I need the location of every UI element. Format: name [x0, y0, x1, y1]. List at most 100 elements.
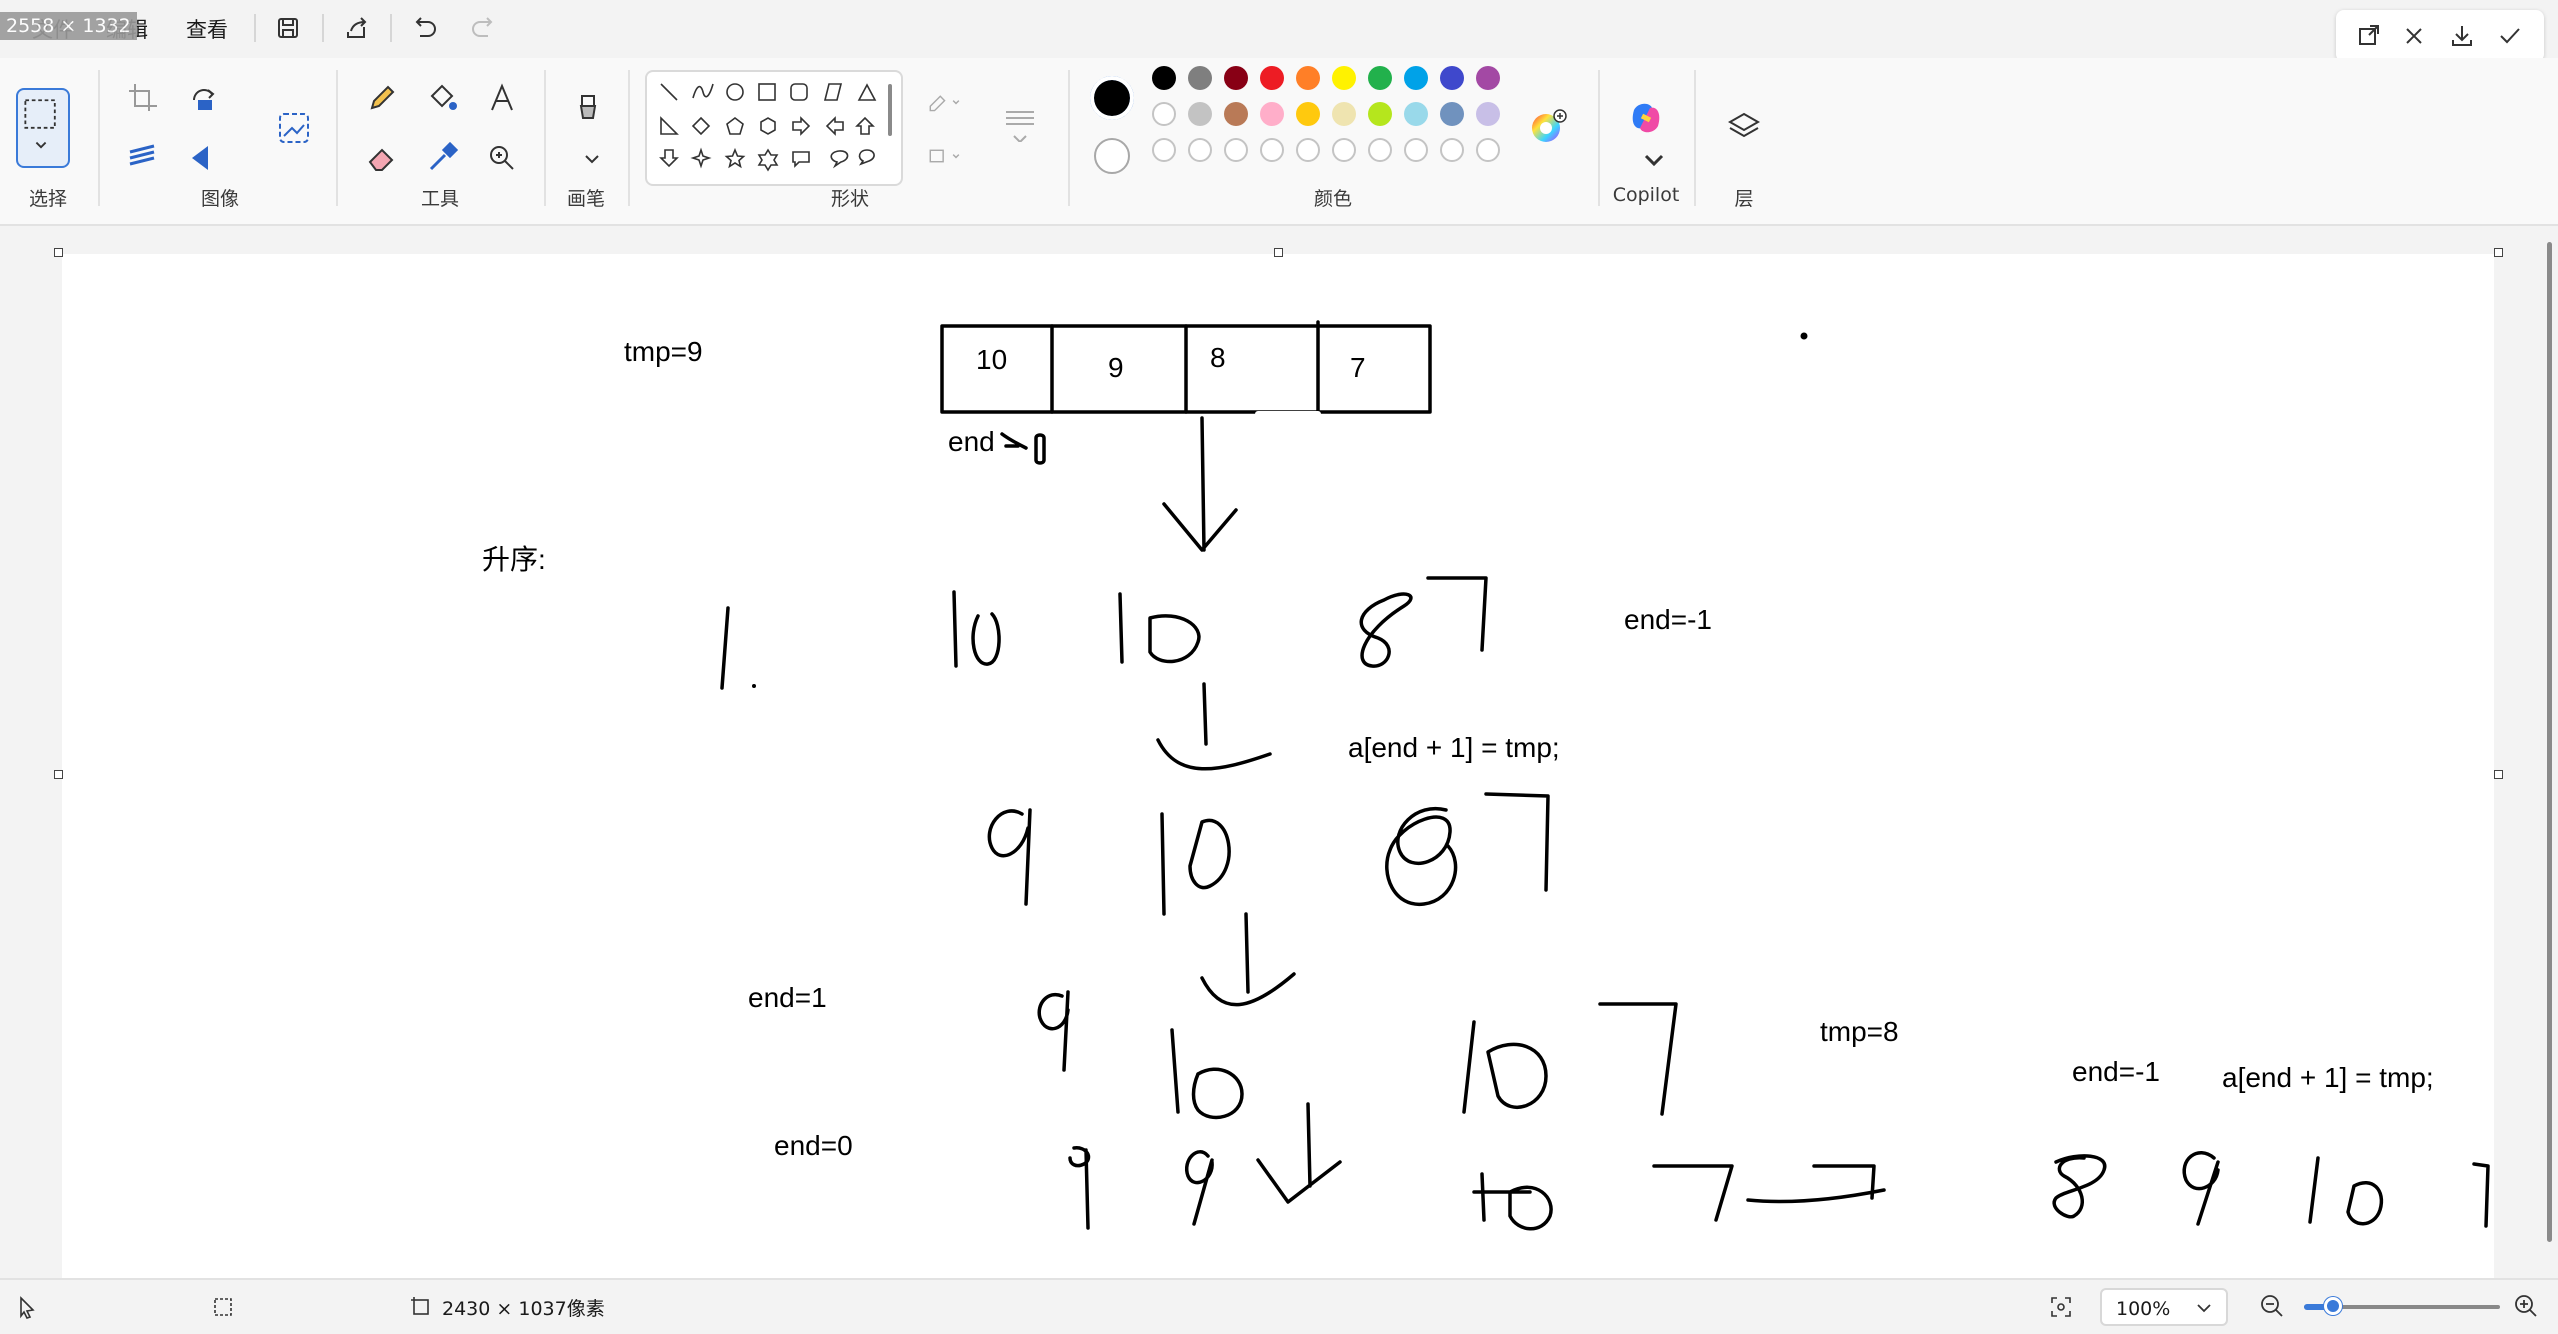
- array-cell-text[interactable]: 7: [1350, 352, 1366, 384]
- open-in-new-icon[interactable]: [2352, 20, 2384, 52]
- array-cell-text[interactable]: 9: [1108, 352, 1124, 384]
- color-swatch[interactable]: [1224, 66, 1248, 90]
- resize-icon[interactable]: [274, 108, 314, 148]
- rectangle-shape-icon: [758, 83, 776, 101]
- eraser-icon[interactable]: [362, 138, 402, 178]
- resize-handle-top-right[interactable]: [2494, 248, 2503, 257]
- color-swatch[interactable]: [1404, 66, 1428, 90]
- download-icon[interactable]: [2446, 20, 2478, 52]
- resize-handle-right[interactable]: [2494, 770, 2503, 779]
- shapes-scrollbar[interactable]: [888, 84, 892, 136]
- color-swatch[interactable]: [1476, 66, 1500, 90]
- select-button[interactable]: [16, 88, 70, 168]
- scrollbar-thumb[interactable]: [2547, 242, 2552, 1242]
- canvas-text-end0[interactable]: end=0: [774, 1130, 853, 1162]
- color-swatch[interactable]: [1440, 102, 1464, 126]
- chevron-down-icon: [2197, 1304, 2211, 1313]
- vertical-scrollbar[interactable]: [2544, 230, 2554, 1270]
- custom-color-slot[interactable]: [1332, 138, 1356, 162]
- custom-color-slot[interactable]: [1224, 138, 1248, 162]
- copilot-dropdown-icon[interactable]: [1634, 142, 1664, 167]
- crop-icon[interactable]: [122, 78, 162, 118]
- text-icon[interactable]: [482, 78, 522, 118]
- group-label-layers: 层: [1734, 188, 1754, 210]
- resize-handle-top[interactable]: [1274, 248, 1283, 257]
- custom-color-slot[interactable]: [1296, 138, 1320, 162]
- color-swatch[interactable]: [1260, 66, 1284, 90]
- canvas-text-end1[interactable]: end=1: [748, 982, 827, 1014]
- canvas-text-tmp9[interactable]: tmp=9: [624, 336, 703, 368]
- pencil-icon[interactable]: [362, 78, 402, 118]
- canvas-text-end[interactable]: end: [948, 426, 995, 458]
- pointer-position-icon: [14, 1294, 40, 1320]
- copilot-icon[interactable]: [1626, 98, 1666, 138]
- layers-icon[interactable]: [1724, 106, 1764, 146]
- secondary-color-swatch[interactable]: [1094, 138, 1130, 174]
- color-swatch[interactable]: [1152, 66, 1176, 90]
- custom-color-slot[interactable]: [1368, 138, 1392, 162]
- share-icon[interactable]: [340, 12, 372, 44]
- color-swatch[interactable]: [1368, 102, 1392, 126]
- canvas-text-end-minus1[interactable]: end=-1: [1624, 604, 1712, 636]
- color-swatch[interactable]: [1476, 102, 1500, 126]
- canvas-text-assign[interactable]: a[end + 1] = tmp;: [1348, 732, 1560, 764]
- brush-icon[interactable]: [568, 90, 608, 130]
- rotate-icon[interactable]: [184, 78, 241, 118]
- close-icon[interactable]: [2398, 20, 2430, 52]
- canvas-text-ascending[interactable]: 升序:: [482, 538, 546, 578]
- shapes-gallery: [645, 70, 903, 186]
- resize-handle-left[interactable]: [54, 770, 63, 779]
- menu-view[interactable]: 查看: [186, 14, 228, 44]
- color-swatch[interactable]: [1296, 66, 1320, 90]
- fit-to-window-icon[interactable]: [2048, 1294, 2074, 1320]
- canvas-text-tmp8[interactable]: tmp=8: [1820, 1016, 1899, 1048]
- array-cell-text[interactable]: 10: [976, 344, 1007, 376]
- screenshot-dimension-badge: 2558 × 1332: [0, 12, 137, 40]
- flip-icon[interactable]: [184, 138, 239, 178]
- redo-icon[interactable]: [468, 12, 500, 44]
- line-width-icon[interactable]: [1000, 102, 1040, 144]
- color-picker-icon[interactable]: [422, 138, 462, 178]
- zoom-out-icon[interactable]: [2258, 1292, 2286, 1320]
- arrow-right: [1746, 1164, 1886, 1204]
- fill-style-icon[interactable]: [926, 136, 982, 176]
- cloud-callout-shape-icon: [858, 149, 875, 166]
- array-cell-text[interactable]: 8: [1210, 342, 1226, 374]
- curve-shape-icon: [692, 83, 714, 99]
- zoom-dropdown[interactable]: 100%: [2100, 1288, 2228, 1326]
- color-swatch[interactable]: [1188, 66, 1212, 90]
- custom-color-slot[interactable]: [1476, 138, 1500, 162]
- edit-colors-icon[interactable]: [1528, 106, 1568, 146]
- diamond-shape-icon: [691, 116, 711, 136]
- undo-icon[interactable]: [408, 12, 440, 44]
- custom-color-slot[interactable]: [1260, 138, 1284, 162]
- color-swatch[interactable]: [1224, 102, 1248, 126]
- color-swatch[interactable]: [1152, 102, 1176, 126]
- custom-color-slot[interactable]: [1188, 138, 1212, 162]
- select-transparent-icon[interactable]: [122, 138, 162, 178]
- save-icon[interactable]: [272, 12, 304, 44]
- resize-handle-top-left[interactable]: [54, 248, 63, 257]
- color-swatch[interactable]: [1332, 102, 1356, 126]
- custom-color-slot[interactable]: [1404, 138, 1428, 162]
- canvas-text-assign-b[interactable]: a[end + 1] = tmp;: [2222, 1062, 2434, 1094]
- check-icon[interactable]: [2494, 20, 2526, 52]
- color-swatch[interactable]: [1404, 102, 1428, 126]
- color-swatch[interactable]: [1188, 102, 1212, 126]
- drawing-canvas[interactable]: tmp=9 10 9 8 7 end 升序: end=-1 a[end + 1]…: [62, 254, 2494, 1278]
- brush-dropdown-icon[interactable]: [572, 138, 604, 170]
- ink-dot: [1800, 332, 1808, 340]
- color-swatch[interactable]: [1332, 66, 1356, 90]
- fill-icon[interactable]: [422, 78, 462, 118]
- magnifier-icon[interactable]: [482, 138, 522, 178]
- zoom-slider-thumb[interactable]: [2324, 1297, 2342, 1315]
- color-swatch[interactable]: [1296, 102, 1320, 126]
- color-swatch[interactable]: [1440, 66, 1464, 90]
- canvas-text-end-minus1-b[interactable]: end=-1: [2072, 1056, 2160, 1088]
- custom-color-slot[interactable]: [1152, 138, 1176, 162]
- zoom-in-icon[interactable]: [2512, 1292, 2540, 1320]
- color-swatch[interactable]: [1260, 102, 1284, 126]
- custom-color-slot[interactable]: [1440, 138, 1464, 162]
- color-swatch[interactable]: [1368, 66, 1392, 90]
- outline-icon[interactable]: [926, 82, 982, 122]
